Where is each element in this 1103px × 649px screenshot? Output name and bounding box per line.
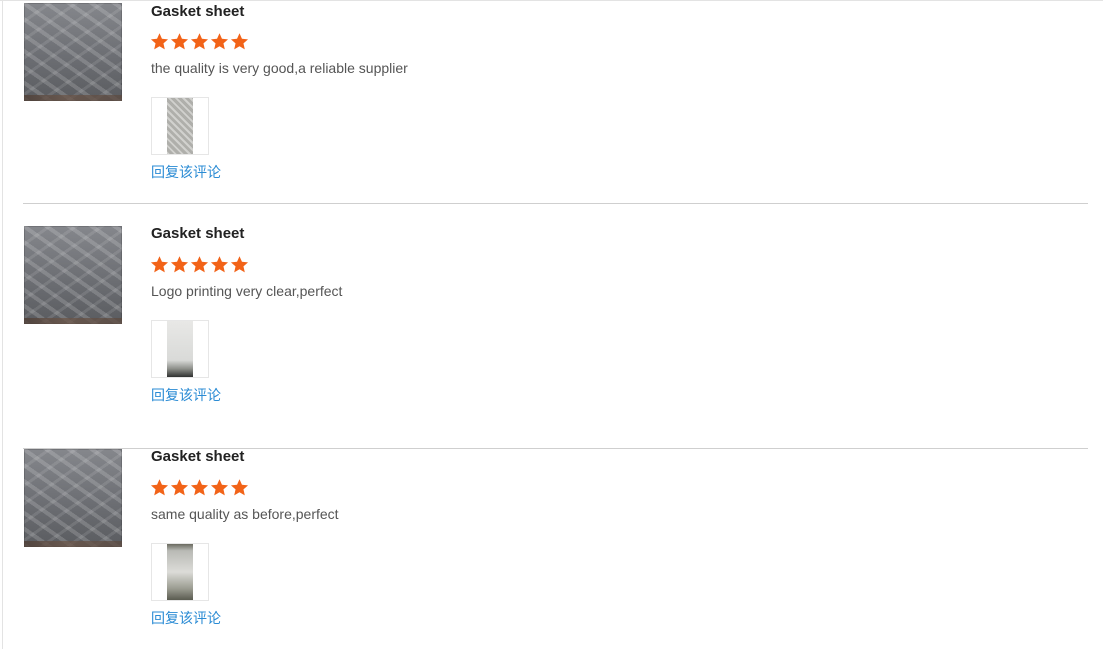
review-photo[interactable] bbox=[151, 320, 209, 378]
star-icon bbox=[150, 256, 169, 273]
star-icon bbox=[150, 33, 169, 50]
product-thumbnail[interactable] bbox=[24, 3, 122, 101]
reply-link[interactable]: 回复该评论 bbox=[151, 165, 221, 182]
star-icon bbox=[210, 33, 229, 50]
review-photo[interactable] bbox=[151, 97, 209, 155]
review-item: Gasket sheet same quality as before,perf… bbox=[23, 448, 1088, 649]
star-icon bbox=[150, 479, 169, 496]
review-item: Gasket sheet the quality is very good,a … bbox=[23, 1, 1088, 204]
star-rating bbox=[150, 255, 249, 275]
product-thumbnail[interactable] bbox=[24, 449, 122, 547]
star-icon bbox=[190, 33, 209, 50]
left-border bbox=[2, 1, 3, 649]
review-item: Gasket sheet Logo printing very clear,pe… bbox=[23, 225, 1088, 449]
reply-link[interactable]: 回复该评论 bbox=[151, 388, 221, 405]
star-icon bbox=[230, 256, 249, 273]
review-list: Gasket sheet the quality is very good,a … bbox=[0, 0, 1103, 649]
star-icon bbox=[210, 256, 229, 273]
review-comment: same quality as before,perfect bbox=[151, 506, 339, 522]
product-name[interactable]: Gasket sheet bbox=[151, 3, 244, 21]
star-icon bbox=[170, 479, 189, 496]
product-name[interactable]: Gasket sheet bbox=[151, 448, 244, 466]
product-thumbnail[interactable] bbox=[24, 226, 122, 324]
star-rating bbox=[150, 478, 249, 498]
star-rating bbox=[150, 32, 249, 52]
star-icon bbox=[170, 33, 189, 50]
review-photo[interactable] bbox=[151, 543, 209, 601]
star-icon bbox=[170, 256, 189, 273]
star-icon bbox=[230, 33, 249, 50]
reply-link[interactable]: 回复该评论 bbox=[151, 611, 221, 628]
star-icon bbox=[230, 479, 249, 496]
product-name[interactable]: Gasket sheet bbox=[151, 225, 244, 243]
star-icon bbox=[190, 479, 209, 496]
star-icon bbox=[210, 479, 229, 496]
review-comment: Logo printing very clear,perfect bbox=[151, 283, 343, 299]
star-icon bbox=[190, 256, 209, 273]
review-comment: the quality is very good,a reliable supp… bbox=[151, 60, 408, 76]
